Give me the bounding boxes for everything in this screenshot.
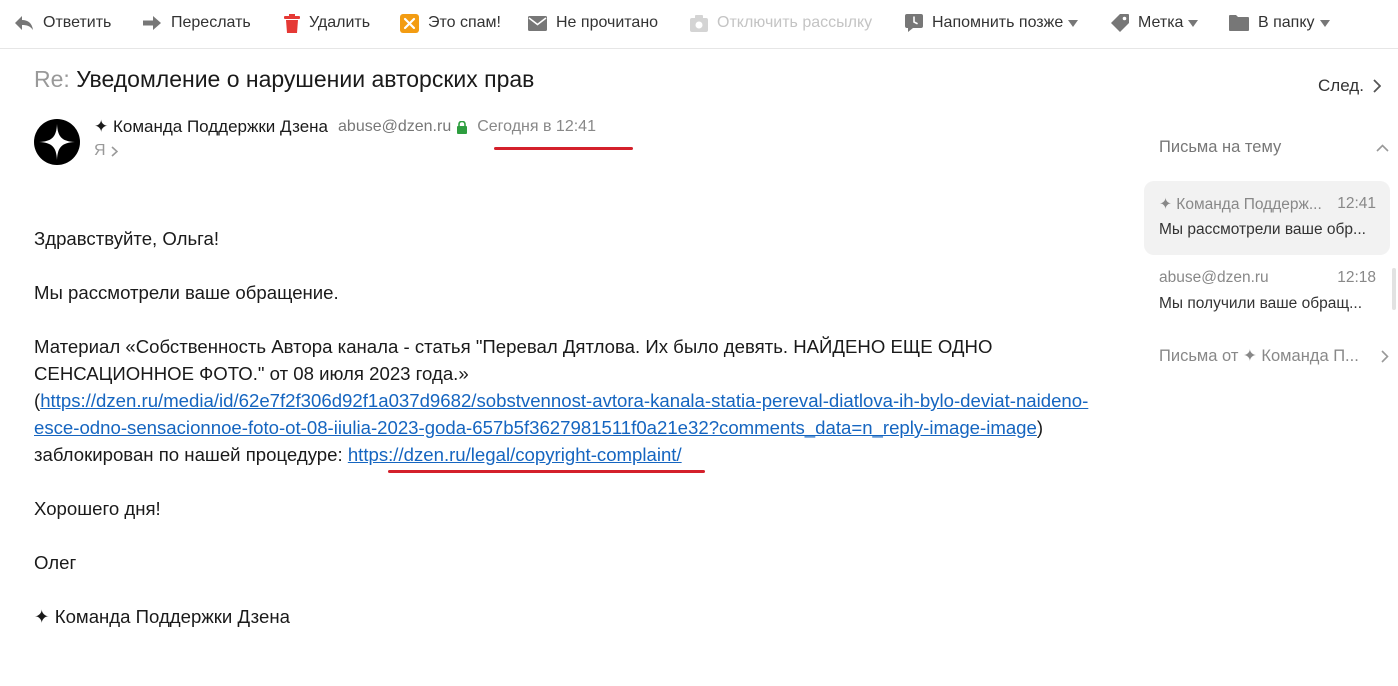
reply-label: Ответить [43, 14, 112, 31]
next-label: След. [1318, 76, 1364, 95]
remind-later-label: Напомнить позже [932, 14, 1064, 31]
signature-name: Олег [34, 552, 77, 573]
recipient-name: Я [94, 142, 106, 159]
mark-unread-button[interactable]: Не прочитано [528, 0, 658, 46]
thread-title: Письма на тему [1159, 138, 1282, 156]
paren-close: ) [1036, 417, 1044, 438]
letters-from-sender-link[interactable]: Письма от ✦ Команда П... [1159, 346, 1389, 366]
subject-prefix: Re: [34, 66, 70, 92]
tag-icon [1111, 14, 1129, 32]
policy-link[interactable]: https://dzen.ru/legal/copyright-complain… [348, 444, 682, 465]
trash-icon [284, 13, 300, 33]
remind-icon [905, 14, 923, 32]
envelope-icon [528, 15, 547, 31]
closing: Хорошего дня! [34, 498, 161, 519]
signature-team: ✦ Команда Поддержки Дзена [34, 606, 290, 627]
reply-icon [15, 16, 33, 30]
thread-item-snippet: Мы рассмотрели ваше обр... [1159, 221, 1366, 238]
thread-item-time: 12:18 [1337, 269, 1376, 286]
label-button[interactable]: Метка [1111, 0, 1199, 46]
label-label: Метка [1138, 14, 1184, 31]
forward-icon [143, 16, 161, 30]
thread-item-header: ✦ Команда Поддерж... 12:41 [1159, 195, 1376, 214]
sender-line: ✦ Команда Поддержки Дзена abuse@dzen.ru … [94, 117, 596, 137]
thread-item-sender: abuse@dzen.ru [1159, 269, 1269, 286]
thread-item-sender: ✦ Команда Поддерж... [1159, 196, 1322, 213]
thread-item-time: 12:41 [1337, 195, 1376, 212]
spam-icon [400, 13, 419, 33]
colon: : [337, 444, 343, 465]
toolbar: Ответить Переслать Удалить Это спам! Не … [0, 0, 1398, 49]
greeting: Здравствуйте, Ольга! [34, 228, 220, 249]
chevron-up-icon [1376, 143, 1389, 152]
move-to-folder-label: В папку [1258, 14, 1315, 31]
lock-icon [457, 120, 468, 134]
dzen-logo-icon [39, 124, 75, 160]
sidebar-scrollbar[interactable] [1392, 268, 1396, 310]
unsubscribe-icon [690, 14, 708, 32]
highlight-underline [494, 147, 633, 150]
spam-label: Это спам! [428, 14, 501, 31]
sender-name[interactable]: ✦ Команда Поддержки Дзена [94, 117, 328, 137]
chevron-right-icon [1381, 349, 1389, 363]
chevron-right-icon [1373, 79, 1381, 93]
chevron-down-icon [1068, 19, 1079, 27]
thread-item[interactable]: abuse@dzen.ru 12:18 Мы получили ваше обр… [1144, 255, 1390, 329]
body-line: Мы рассмотрели ваше обращение. [34, 282, 339, 303]
delete-button[interactable]: Удалить [284, 0, 370, 46]
next-message-link[interactable]: След. [1318, 76, 1381, 96]
unsubscribe-button[interactable]: Отключить рассылку [690, 0, 872, 46]
chevron-right-icon [111, 145, 118, 157]
message-date: Сегодня в 12:41 [477, 118, 596, 135]
material-text: Материал «Собственность Автора канала - … [34, 336, 993, 384]
remind-later-button[interactable]: Напомнить позже [905, 0, 1079, 46]
forward-label: Переслать [171, 14, 251, 31]
material-link[interactable]: https://dzen.ru/media/id/62e7f2f306d92f1… [34, 390, 1088, 438]
recipient-line[interactable]: Я [94, 142, 118, 160]
message-body: Здравствуйте, Ольга! Мы рассмотрели ваше… [34, 225, 1094, 630]
thread-item-snippet: Мы получили ваше обращ... [1159, 295, 1363, 312]
delete-label: Удалить [309, 14, 371, 31]
sender-email[interactable]: abuse@dzen.ru [338, 118, 451, 136]
body-paragraph: Материал «Собственность Автора канала - … [34, 333, 1094, 468]
highlight-underline [388, 470, 705, 473]
folder-icon [1229, 15, 1249, 31]
blocked-text: заблокирован по нашей процедуре [34, 444, 338, 465]
mark-unread-label: Не прочитано [556, 14, 659, 31]
message-subject: Re: Уведомление о нарушении авторских пр… [34, 66, 534, 93]
avatar[interactable] [34, 119, 80, 165]
subject-text: Уведомление о нарушении авторских прав [76, 66, 535, 92]
thread-header[interactable]: Письма на тему [1159, 138, 1389, 157]
thread-item-header: abuse@dzen.ru 12:18 [1159, 269, 1376, 287]
letters-from-label: Письма от ✦ Команда П... [1159, 347, 1359, 365]
reply-button[interactable]: Ответить [14, 0, 111, 46]
chevron-down-icon [1188, 19, 1199, 27]
spam-button[interactable]: Это спам! [400, 0, 501, 46]
move-to-folder-button[interactable]: В папку [1229, 0, 1330, 46]
chevron-down-icon [1319, 19, 1330, 27]
unsubscribe-label: Отключить рассылку [717, 14, 873, 31]
forward-button[interactable]: Переслать [142, 0, 251, 46]
thread-item[interactable]: ✦ Команда Поддерж... 12:41 Мы рассмотрел… [1144, 181, 1390, 255]
